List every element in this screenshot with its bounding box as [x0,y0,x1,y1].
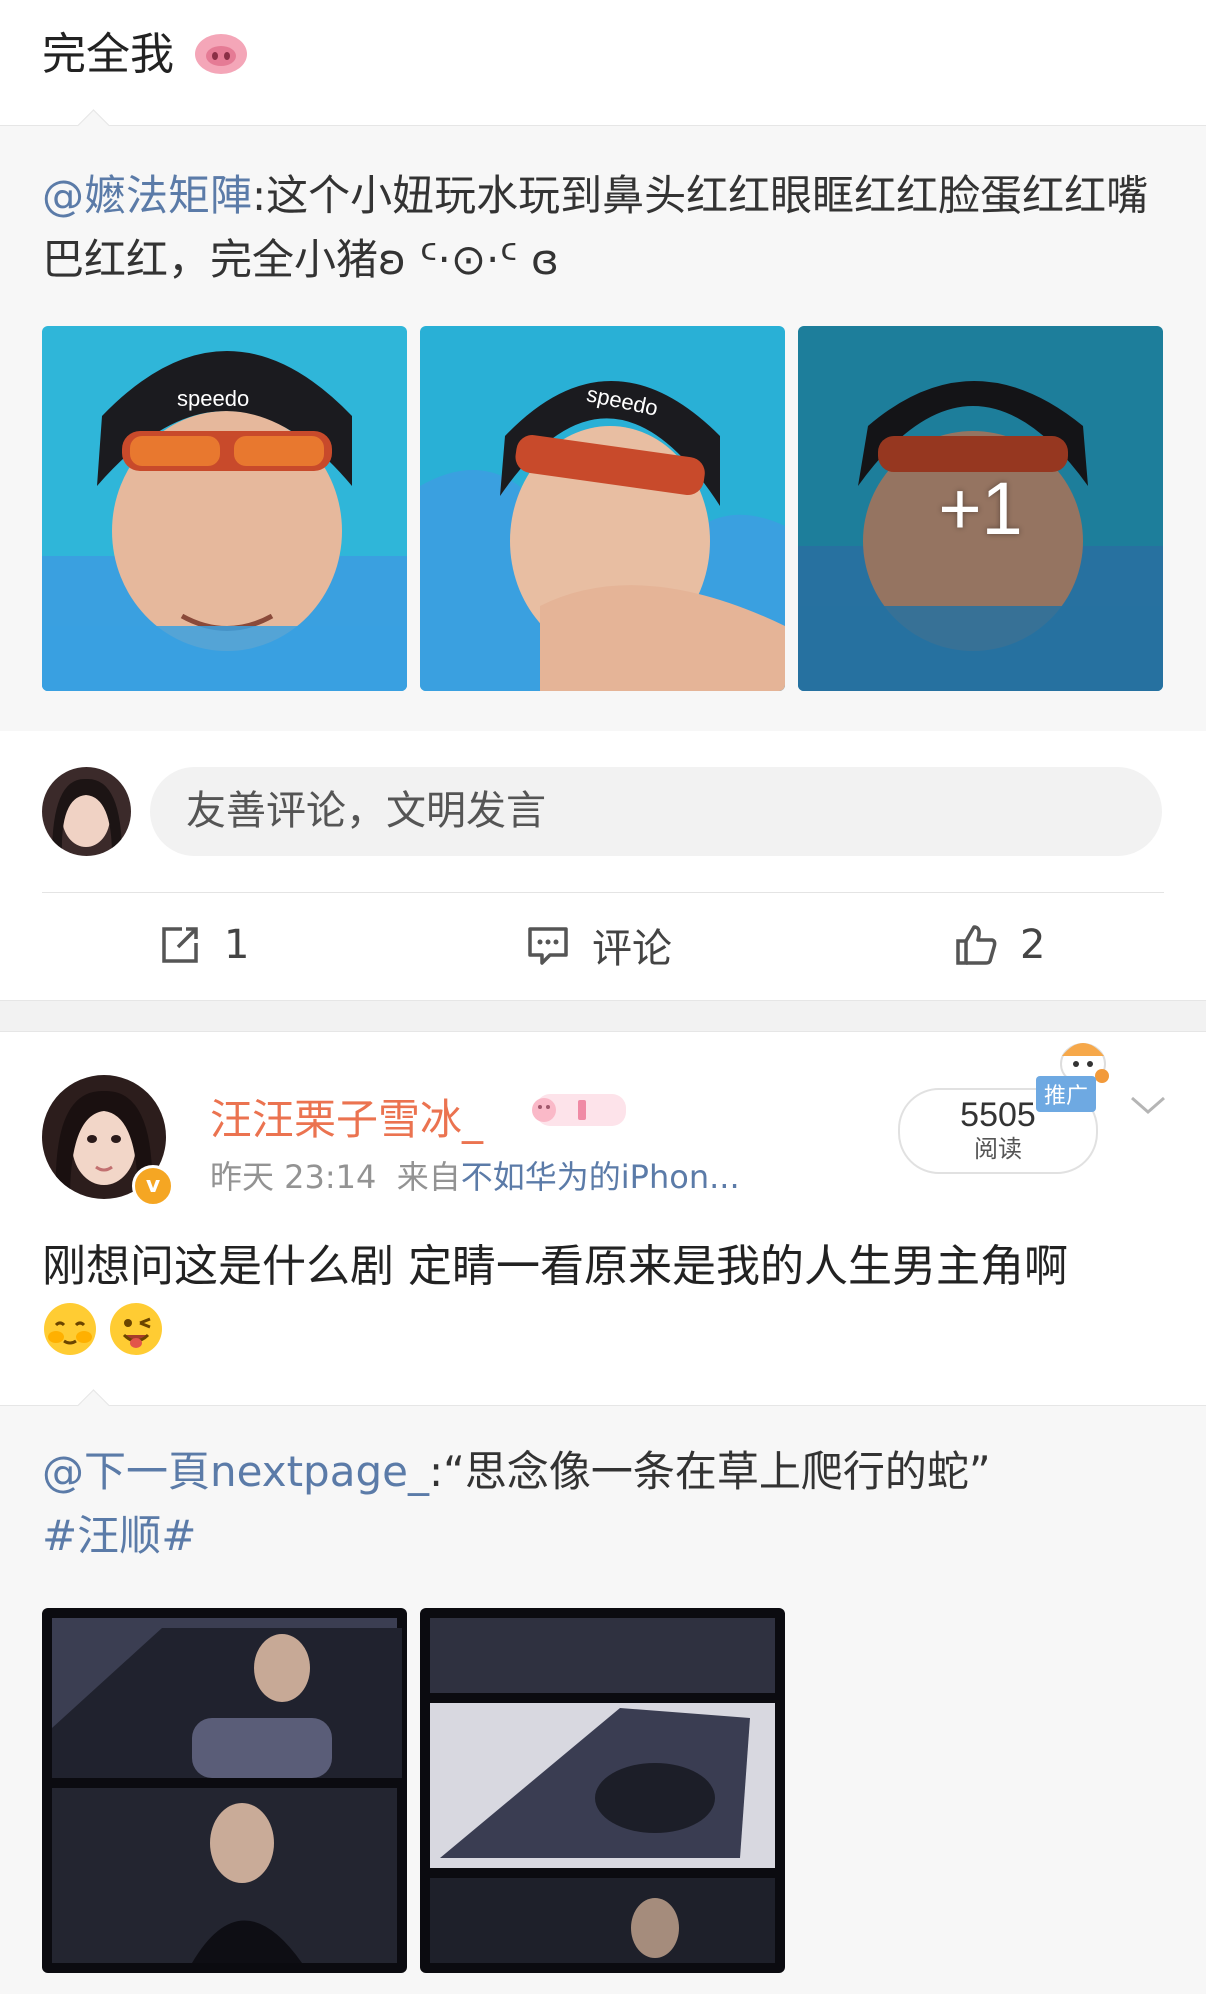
repost-count: 1 [224,922,250,968]
like-button[interactable]: 2 [954,918,1045,972]
like-count: 2 [1020,922,1046,968]
post-source-link[interactable]: 不如华为的iPhon... [461,1158,740,1196]
photo-thumbnail[interactable]: +1 [798,326,1163,691]
comment-button[interactable]: 评论 [526,918,672,972]
source-prefix: 来自 [396,1158,461,1196]
repost-card[interactable]: @嬷法矩陣:这个小妞玩水玩到鼻头红红眼眶红红脸蛋红红嘴巴红红，完全小猪ʚ ᑦ·⊙… [0,109,1206,731]
more-photos-badge: +1 [938,467,1023,550]
mention-link[interactable]: @下一頁nextpage_ [42,1447,429,1496]
repost-button[interactable]: 1 [158,918,249,972]
mention-link[interactable]: @嬷法矩陣 [42,171,252,220]
username-link[interactable]: 汪汪栗子雪冰_ [210,1086,483,1147]
photo-swimmer-1: speedo [42,326,407,691]
repost-card[interactable]: @下一頁nextpage_:“思念像一条在草上爬行的蛇” #汪顺# [0,1389,1206,1994]
photo-drama-still-1 [42,1608,407,1973]
divider [42,892,1164,893]
shy-face-emoji-icon [44,1303,96,1355]
thumbs-up-icon [956,925,997,965]
repost-caret [77,109,110,142]
post-text-content: 完全我 [42,29,174,80]
photo-thumbnail[interactable]: speedo [420,326,785,691]
post-time: 昨天 23:14 [210,1158,377,1196]
wink-tongue-emoji-icon [110,1303,162,1355]
repost-caret [77,1389,110,1422]
svg-text:speedo: speedo [177,386,249,411]
member-badge-icon [532,1094,626,1126]
repost-body: :“思念像一条在草上爬行的蛇” [428,1447,991,1496]
post-text: 完全我 [42,28,248,82]
photo-thumbnail[interactable]: speedo [42,326,407,691]
read-label: 阅读 [974,1135,1022,1163]
repost-icon [162,927,198,963]
ad-tag: 推广 [1036,1076,1097,1112]
comment-input[interactable]: 友善评论，文明发言 [150,767,1162,856]
comment-icon [528,927,568,965]
chevron-down-icon[interactable] [1128,1090,1168,1120]
photo-thumbnail[interactable] [42,1608,407,1973]
photo-swimmer-2: speedo [420,326,785,691]
pig-emoji-icon [195,34,247,74]
post-text-content: 刚想问这是什么剧 定睛一看原来是我的人生男主角啊 [42,1241,1068,1292]
my-avatar[interactable] [42,767,131,856]
feed-separator [0,1000,1206,1032]
post-text: 刚想问这是什么剧 定睛一看原来是我的人生男主角啊 [42,1234,1172,1366]
comment-label: 评论 [592,926,672,972]
photo-drama-still-2[interactable] [420,1608,785,1973]
verified-badge-icon: v [132,1165,174,1207]
repost-text: @嬷法矩陣:这个小妞玩水玩到鼻头红红眼眶红红脸蛋红红嘴巴红红，完全小猪ʚ ᑦ·⊙… [42,164,1167,292]
topic-link[interactable]: #汪顺# [42,1511,196,1560]
repost-text: @下一頁nextpage_:“思念像一条在草上爬行的蛇” #汪顺# [42,1440,1167,1568]
post-meta: 昨天 23:14 来自不如华为的iPhon... [210,1152,740,1198]
